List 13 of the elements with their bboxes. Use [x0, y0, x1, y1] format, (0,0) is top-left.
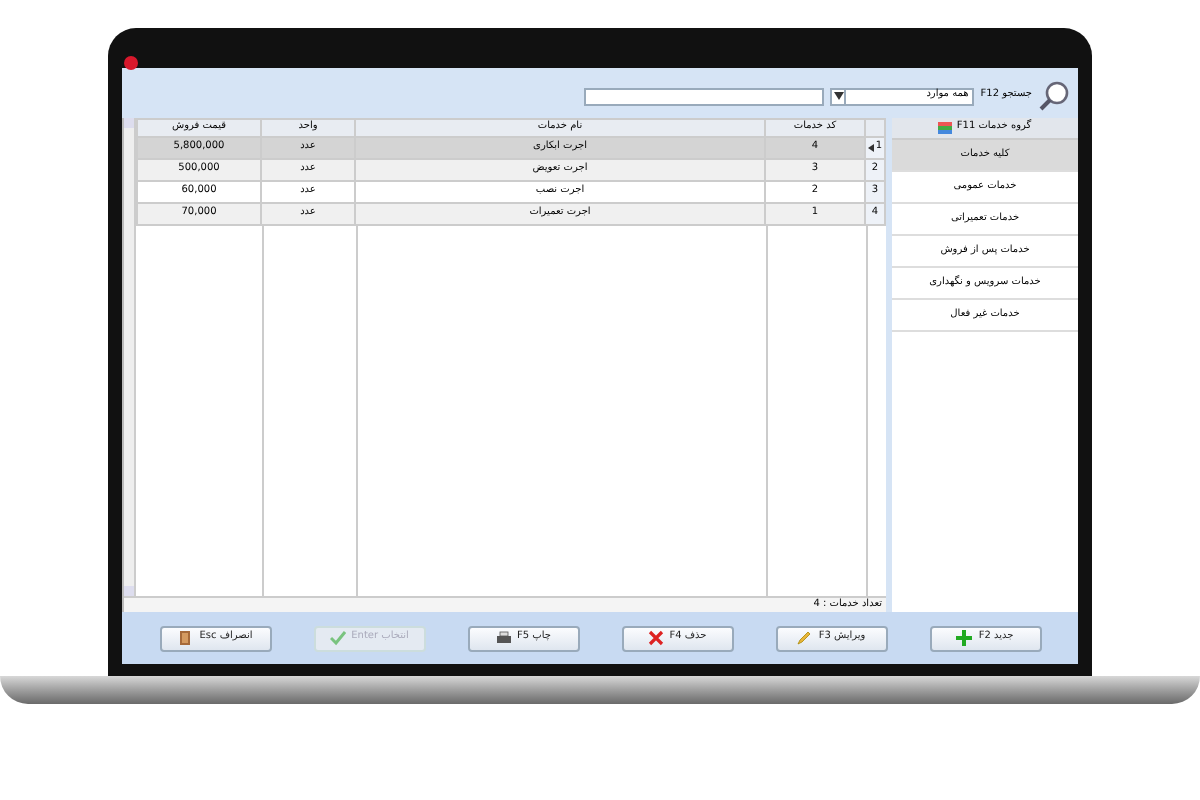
search-icon[interactable] — [1038, 80, 1070, 112]
scrollbar[interactable] — [124, 118, 136, 596]
search-field[interactable] — [584, 87, 825, 105]
dropdown-arrow-icon — [832, 89, 847, 103]
printer-icon — [495, 630, 512, 646]
app-logo-icon — [124, 55, 138, 69]
pencil-icon — [796, 630, 813, 646]
checkmark-icon — [329, 630, 346, 646]
plus-icon — [956, 630, 973, 646]
door-icon — [177, 630, 194, 646]
cross-icon — [647, 630, 664, 646]
grid-icon — [938, 122, 953, 134]
row-pointer-icon — [867, 144, 874, 152]
